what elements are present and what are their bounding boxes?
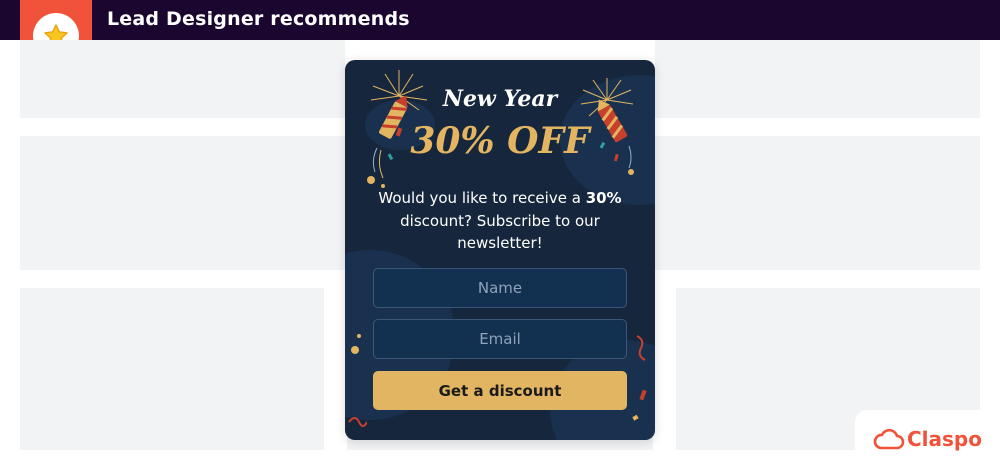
description-text: Would you like to receive a [378, 189, 581, 207]
confetti-right-icon [632, 335, 647, 421]
popup-headline-discount: 30% OFF [410, 120, 590, 162]
brand-name: Claspo [907, 427, 982, 451]
popup-headline-top: New Year [442, 86, 558, 112]
cloud-icon [873, 429, 905, 450]
name-input[interactable] [373, 268, 627, 308]
placeholder-block-bottom-left [20, 288, 324, 450]
page-title: Lead Designer recommends [107, 8, 410, 30]
placeholder-block-middle-right [655, 136, 980, 270]
get-discount-button[interactable]: Get a discount [373, 371, 627, 410]
description-text-end: discount? Subscribe to our newsletter! [400, 211, 600, 253]
brand-badge[interactable]: Claspo [855, 410, 1000, 470]
description-bold-percent: 30% [585, 189, 622, 207]
placeholder-block-middle-left [20, 136, 345, 270]
email-input[interactable] [373, 319, 627, 359]
top-bar: Lead Designer recommends [0, 0, 1000, 40]
placeholder-block-top-left [20, 40, 345, 118]
confetti-left-icon [348, 334, 367, 427]
popup-description: Would you like to receive a 30% discount… [375, 187, 625, 255]
newsletter-popup: New Year 30% OFF Would you like to recei… [345, 60, 655, 440]
placeholder-block-top-right [655, 40, 980, 118]
